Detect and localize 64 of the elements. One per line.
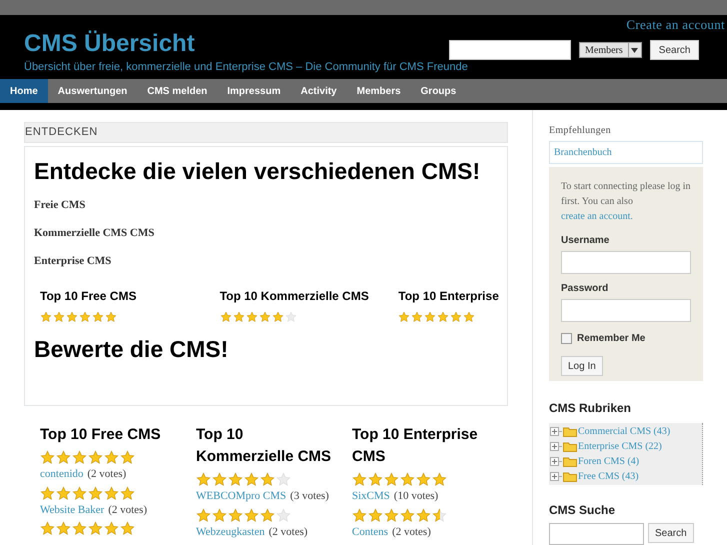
vote-count: (2 votes): [108, 502, 147, 518]
category-link[interactable]: Enterprise CMS: [34, 256, 112, 267]
category-link[interactable]: Enterprise CMS (22): [578, 439, 662, 454]
widget-title: CMS Suche: [549, 502, 616, 519]
nav-tab[interactable]: Home: [0, 79, 48, 103]
nav-tab[interactable]: Impressum: [217, 79, 291, 103]
expand-icon[interactable]: [550, 427, 562, 436]
expand-icon[interactable]: [550, 442, 562, 451]
search-field[interactable]: [449, 40, 571, 60]
top-list-title: Top 10 Free CMS: [40, 288, 138, 305]
vote-count: (2 votes): [87, 467, 126, 482]
folder-icon: [563, 426, 577, 437]
cms-link[interactable]: SixCMS: [352, 488, 390, 504]
cms-link[interactable]: contenido: [40, 466, 84, 482]
password-field[interactable]: [561, 298, 691, 322]
site-title: CMS Übersicht: [24, 32, 195, 56]
top-list-title: Top 10 Enterprise: [398, 288, 500, 305]
top-list-title: Top 10 Kommerzielle CMS: [220, 288, 370, 305]
category-link[interactable]: Free CMS (43): [578, 469, 639, 484]
panel-heading: Bewerte die CMS!: [34, 334, 230, 364]
vote-count: (3 votes): [290, 489, 329, 504]
widget-title: Empfehlungen: [549, 124, 612, 138]
username-field[interactable]: [561, 251, 691, 274]
category-link[interactable]: Foren CMS (4): [578, 454, 640, 469]
section-label: ENTDECKEN: [24, 122, 508, 143]
top-list-title: Top 10 Free CMS: [40, 425, 162, 445]
category-link[interactable]: Kommerzielle CMS CMS: [34, 228, 154, 239]
cms-link[interactable]: WEBCOMpro CMS: [196, 488, 286, 504]
search-button[interactable]: Search: [650, 40, 700, 60]
field-label: Password: [561, 282, 610, 296]
category-link[interactable]: Freie CMS: [34, 200, 86, 211]
cms-link[interactable]: Website Baker: [40, 502, 104, 518]
vote-count: (10 votes): [394, 489, 438, 504]
vote-count: (2 votes): [392, 524, 431, 540]
folder-icon: [563, 456, 577, 467]
nav-tab[interactable]: Groups: [410, 79, 466, 103]
create-account-link[interactable]: create an account.: [561, 211, 633, 222]
checkbox-label: Remember Me: [577, 332, 646, 346]
category-link[interactable]: Commercial CMS (43): [578, 424, 670, 439]
nav-tab[interactable]: Members: [346, 79, 411, 103]
vote-count: (2 votes): [268, 524, 308, 540]
login-button[interactable]: Log In: [561, 356, 603, 376]
nav-tab[interactable]: CMS melden: [137, 79, 218, 103]
scope-dropdown[interactable]: Members: [579, 42, 642, 58]
expand-icon[interactable]: [550, 457, 562, 466]
create-account-link[interactable]: Create an account: [626, 15, 725, 34]
nav-tab[interactable]: Activity: [290, 79, 347, 103]
login-intro: To start connecting please log in first. You can also create an account.: [561, 180, 691, 224]
cms-link[interactable]: Contens: [352, 524, 388, 540]
top-list-title: Top 10 Kommerzielle CMS: [196, 425, 332, 467]
expand-icon[interactable]: [550, 472, 562, 481]
widget-title: CMS Rubriken: [549, 400, 632, 417]
folder-icon: [563, 441, 577, 452]
remember-checkbox[interactable]: [561, 333, 572, 344]
search-button[interactable]: Search: [648, 523, 694, 543]
cms-link[interactable]: Webzeugkasten: [196, 524, 265, 540]
field-label: Username: [561, 234, 610, 248]
top-list-title: Top 10 Enterprise CMS: [352, 425, 479, 467]
site-tagline: Übersicht über freie, kommerzielle und Enterprise CMS – Die Community für CMS Freunde: [24, 60, 468, 75]
search-field[interactable]: [549, 523, 644, 545]
panel-heading: Entdecke die vielen verschiedenen CMS!: [34, 157, 482, 186]
folder-icon: [563, 471, 577, 482]
nav-tab[interactable]: Auswertungen: [48, 79, 138, 103]
caret-icon: [631, 48, 638, 52]
